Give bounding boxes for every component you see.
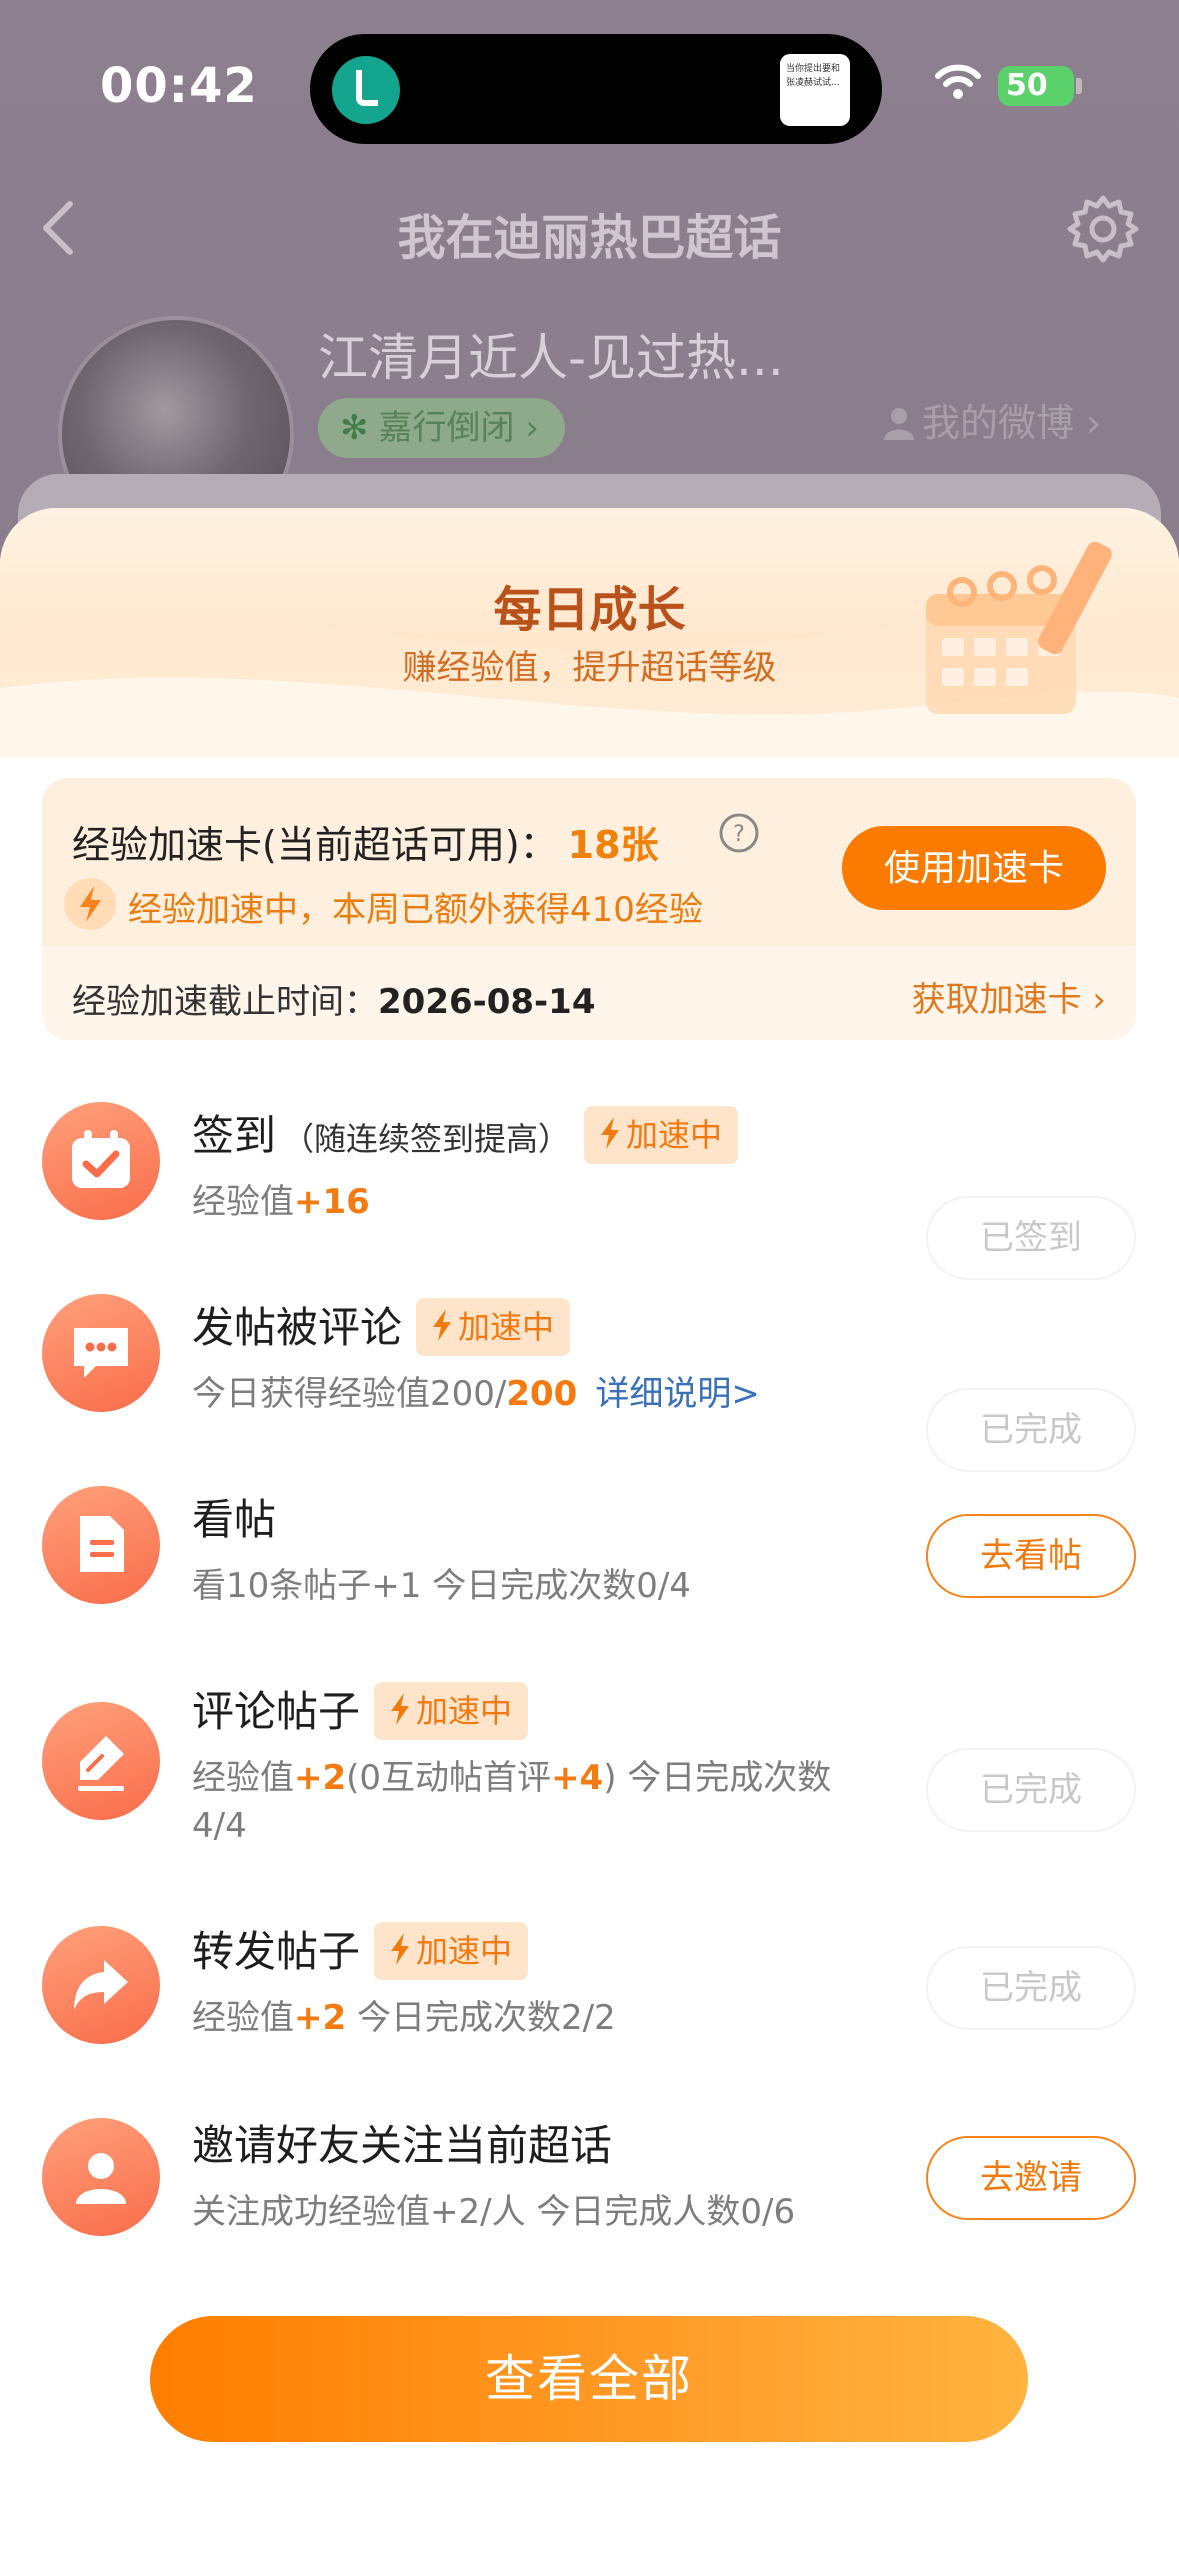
person-icon [884, 408, 914, 440]
calendar-check-icon [42, 1102, 160, 1220]
invite-button[interactable]: 去邀请 [926, 2136, 1136, 2220]
tag-pill[interactable]: ✻ 嘉行倒闭 › [318, 398, 565, 458]
battery-icon: 50 [998, 66, 1074, 106]
task-desc-text: 经验值 [192, 1998, 294, 2038]
person-icon [42, 2118, 160, 2236]
app-icon [332, 56, 400, 124]
deadline-value: 2026-08-14 [378, 982, 596, 1022]
speed-card-count: 18张 [567, 823, 659, 867]
task-exp-value: +16 [294, 1182, 370, 1222]
my-weibo-link[interactable]: 我的微博 › [882, 392, 1101, 447]
task-desc-text: 经验值 [192, 1758, 294, 1798]
completed-button[interactable]: 已完成 [926, 1748, 1136, 1832]
speed-tag: 加速中 [374, 1922, 529, 1980]
speed-tag-label: 加速中 [416, 1932, 513, 1970]
island-text: 当你提出要和张凌赫试试... [786, 64, 841, 88]
details-link[interactable]: 详细说明> [595, 1374, 760, 1414]
task-desc: 看10条帖子+1 今日完成次数0/4 [192, 1566, 691, 1606]
notification-thumbnail: 当你提出要和张凌赫试试... [780, 54, 850, 126]
page-title: 我在迪丽热巴超话 [397, 210, 782, 266]
help-icon[interactable]: ? [718, 812, 760, 854]
my-weibo-label: 我的微博 › [922, 401, 1102, 445]
task-desc: 经验值+2(0互动帖首评+4) 今日完成次数 4/4 [192, 1754, 892, 1850]
bolt-icon [391, 1933, 410, 1965]
speed-deadline: 经验加速截止时间：2026-08-14 [72, 974, 595, 1023]
dynamic-island: 当你提出要和张凌赫试试... [310, 34, 882, 144]
view-posts-button[interactable]: 去看帖 [926, 1514, 1136, 1598]
completed-button[interactable]: 已完成 [926, 1388, 1136, 1472]
svg-text:?: ? [733, 822, 745, 847]
speed-card: 经验加速卡(当前超话可用)： 18张 ? 经验加速中，本周已额外获得410经验 使… [42, 778, 1136, 1040]
task-title-text: 评论帖子 [192, 1687, 361, 1736]
status-time: 00:42 [100, 58, 258, 114]
speed-card-label: 经验加速卡(当前超话可用)： 18张 [72, 814, 659, 869]
bolt-icon [391, 1693, 410, 1725]
sheet-subtitle: 赚经验值，提升超话等级 [402, 648, 777, 688]
bolt-icon [64, 878, 116, 930]
task-desc-text: (0互动帖首评 [346, 1758, 552, 1798]
wifi-icon [935, 64, 981, 99]
use-speed-card-button[interactable]: 使用加速卡 [842, 826, 1106, 910]
gear-icon[interactable] [1066, 192, 1140, 266]
task-desc-text: ) 今日完成次数 [603, 1758, 832, 1798]
task-title: 发帖被评论 加速中 [192, 1294, 571, 1356]
get-speed-card-link[interactable]: 获取加速卡 › [912, 972, 1106, 1021]
bolt-icon [433, 1309, 452, 1341]
task-desc-text: 今日获得经验值200/ [192, 1374, 507, 1414]
daily-growth-sheet: 每日成长 赚经验值，提升超话等级 经验加速卡(当前超话可用)： 18张 ? 经验加… [0, 508, 1179, 2556]
bolt-icon [601, 1117, 620, 1149]
completed-button[interactable]: 已完成 [926, 1946, 1136, 2030]
speed-tag: 加速中 [584, 1106, 739, 1164]
chat-bubble-icon [42, 1294, 160, 1412]
task-exp-value: +2 [294, 1998, 347, 2038]
view-all-button[interactable]: 查看全部 [150, 2316, 1028, 2442]
task-title: 评论帖子 加速中 [192, 1678, 529, 1740]
battery-tip [1076, 78, 1082, 94]
task-desc-count: 4/4 [192, 1806, 247, 1846]
task-exp-bonus: +4 [551, 1758, 604, 1798]
speed-tag-label: 加速中 [626, 1116, 723, 1154]
task-title: 看帖 [192, 1495, 277, 1544]
flower-icon: ✻ [340, 408, 369, 448]
task-title: 签到 （随连续签到提高） 加速中 [192, 1102, 739, 1164]
sheet-title: 每日成长 [493, 582, 686, 638]
speed-tag-label: 加速中 [416, 1692, 513, 1730]
task-desc-text: 经验值 [192, 1182, 294, 1222]
task-title: 转发帖子 加速中 [192, 1918, 529, 1980]
speed-card-label-text: 经验加速卡(当前超话可用)： [72, 823, 558, 867]
user-name: 江清月近人-见过热... [318, 329, 784, 387]
edit-icon [42, 1702, 160, 1820]
task-note: （随连续签到提高） [282, 1120, 571, 1158]
task-desc: 关注成功经验值+2/人 今日完成人数0/6 [192, 2192, 796, 2232]
task-desc: 今日获得经验值200/200 详细说明> [192, 1370, 760, 1418]
speed-tag: 加速中 [416, 1298, 571, 1356]
task-title-text: 转发帖子 [192, 1927, 361, 1976]
task-desc: 经验值+16 [192, 1178, 370, 1226]
sheet-header: 每日成长 赚经验值，提升超话等级 [0, 508, 1179, 758]
tag-arrow: › [525, 408, 539, 448]
tag-label: 嘉行倒闭 [378, 408, 515, 448]
speed-status: 经验加速中，本周已额外获得410经验 [128, 890, 703, 930]
task-exp-value: +2 [294, 1758, 347, 1798]
task-title-text: 签到 [192, 1111, 277, 1160]
task-desc: 经验值+2 今日完成次数2/2 [192, 1994, 616, 2042]
task-desc-text: 今日完成次数2/2 [346, 1998, 616, 2038]
share-arrow-icon [42, 1926, 160, 2044]
checked-in-button[interactable]: 已签到 [926, 1196, 1136, 1280]
speed-tag: 加速中 [374, 1682, 529, 1740]
task-exp-value: 200 [506, 1374, 578, 1414]
deadline-label: 经验加速截止时间： [72, 982, 378, 1022]
task-title-text: 发帖被评论 [192, 1303, 403, 1352]
speed-tag-label: 加速中 [458, 1308, 555, 1346]
document-icon [42, 1486, 160, 1604]
task-title: 邀请好友关注当前超话 [192, 2121, 613, 2170]
